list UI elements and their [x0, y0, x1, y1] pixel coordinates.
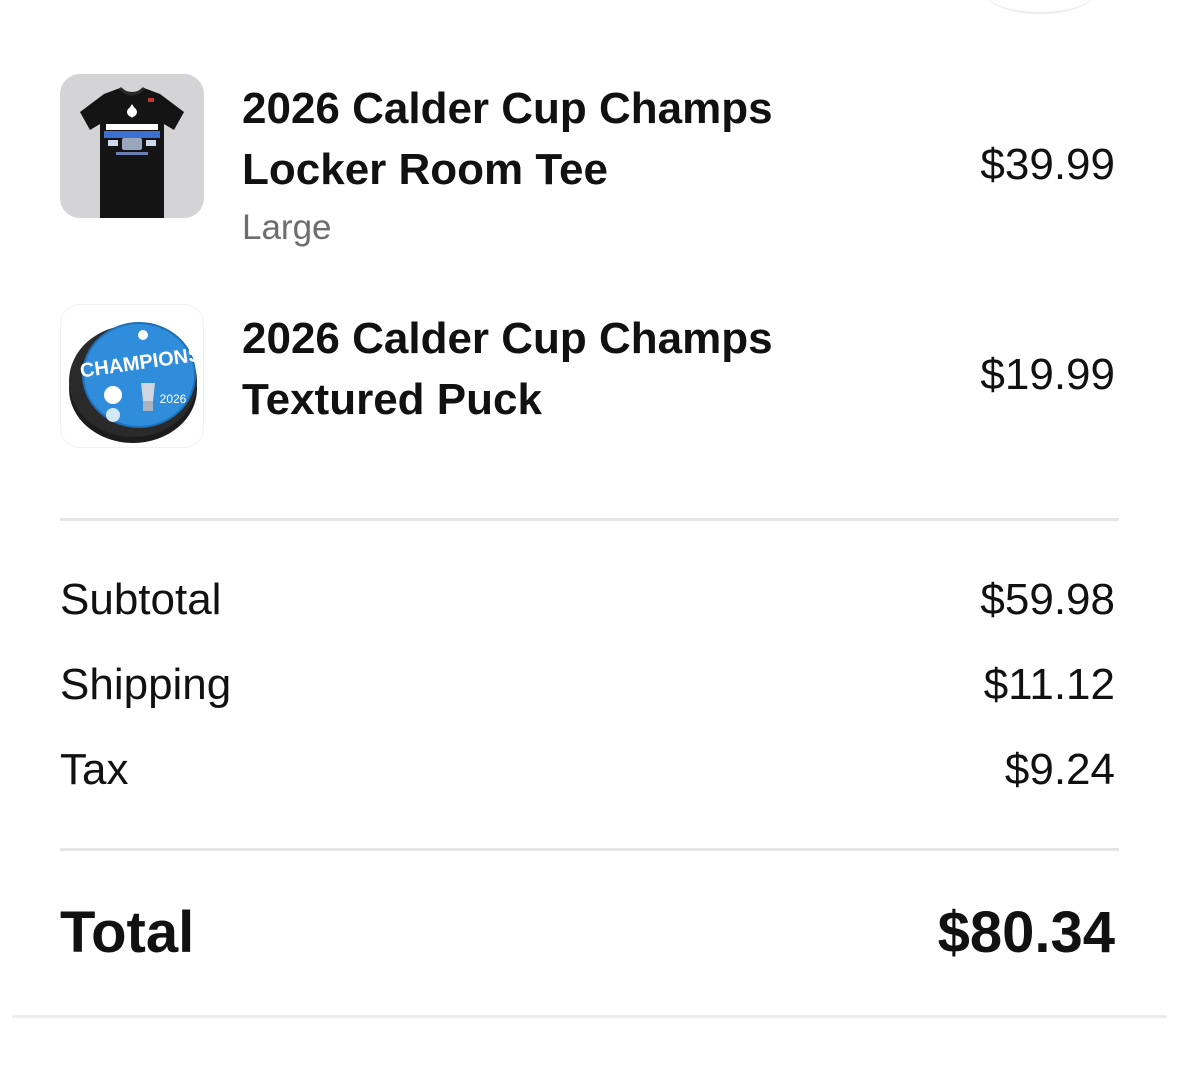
items-divider	[60, 518, 1119, 521]
puck-thumbnail: CHAMPIONS 2026	[60, 304, 204, 448]
shipping-label: Shipping	[60, 660, 232, 709]
tshirt-image-icon	[80, 86, 184, 218]
item-title: 2026 Calder Cup Champs Locker Room Tee	[242, 78, 862, 200]
item-title: 2026 Calder Cup Champs Textured Puck	[242, 308, 862, 430]
total-value: $80.34	[937, 900, 1115, 965]
tax-label: Tax	[60, 745, 129, 794]
item-title-line-1: 2026 Calder Cup Champs	[242, 314, 773, 363]
item-title-line-1: 2026 Calder Cup Champs	[242, 84, 773, 133]
shipping-row: Shipping $11.12	[60, 660, 1115, 710]
item-title-line-2: Locker Room Tee	[242, 145, 608, 194]
item-title-line-2: Textured Puck	[242, 375, 542, 424]
summary-divider	[60, 848, 1119, 851]
item-price: $39.99	[980, 140, 1115, 189]
subtotal-row: Subtotal $59.98	[60, 575, 1115, 625]
tshirt-thumbnail	[60, 74, 204, 218]
total-row: Total $80.34	[60, 900, 1115, 966]
subtotal-label: Subtotal	[60, 575, 222, 624]
shipping-value: $11.12	[983, 660, 1115, 709]
item-variant-size: Large	[242, 208, 332, 247]
top-edge-decoration	[985, 0, 1095, 14]
subtotal-value: $59.98	[980, 575, 1115, 624]
total-label: Total	[60, 900, 195, 965]
bottom-divider	[12, 1015, 1167, 1018]
svg-text:2026: 2026	[160, 392, 187, 406]
hockey-puck-image-icon: CHAMPIONS 2026	[69, 322, 203, 443]
tax-value: $9.24	[1004, 745, 1115, 794]
item-price: $19.99	[980, 350, 1115, 399]
order-item-puck[interactable]: CHAMPIONS 2026 2026 Calder Cup Champs Te…	[60, 304, 1115, 450]
tax-row: Tax $9.24	[60, 745, 1115, 795]
order-item-tee[interactable]: 2026 Calder Cup Champs Locker Room Tee L…	[60, 74, 1115, 264]
